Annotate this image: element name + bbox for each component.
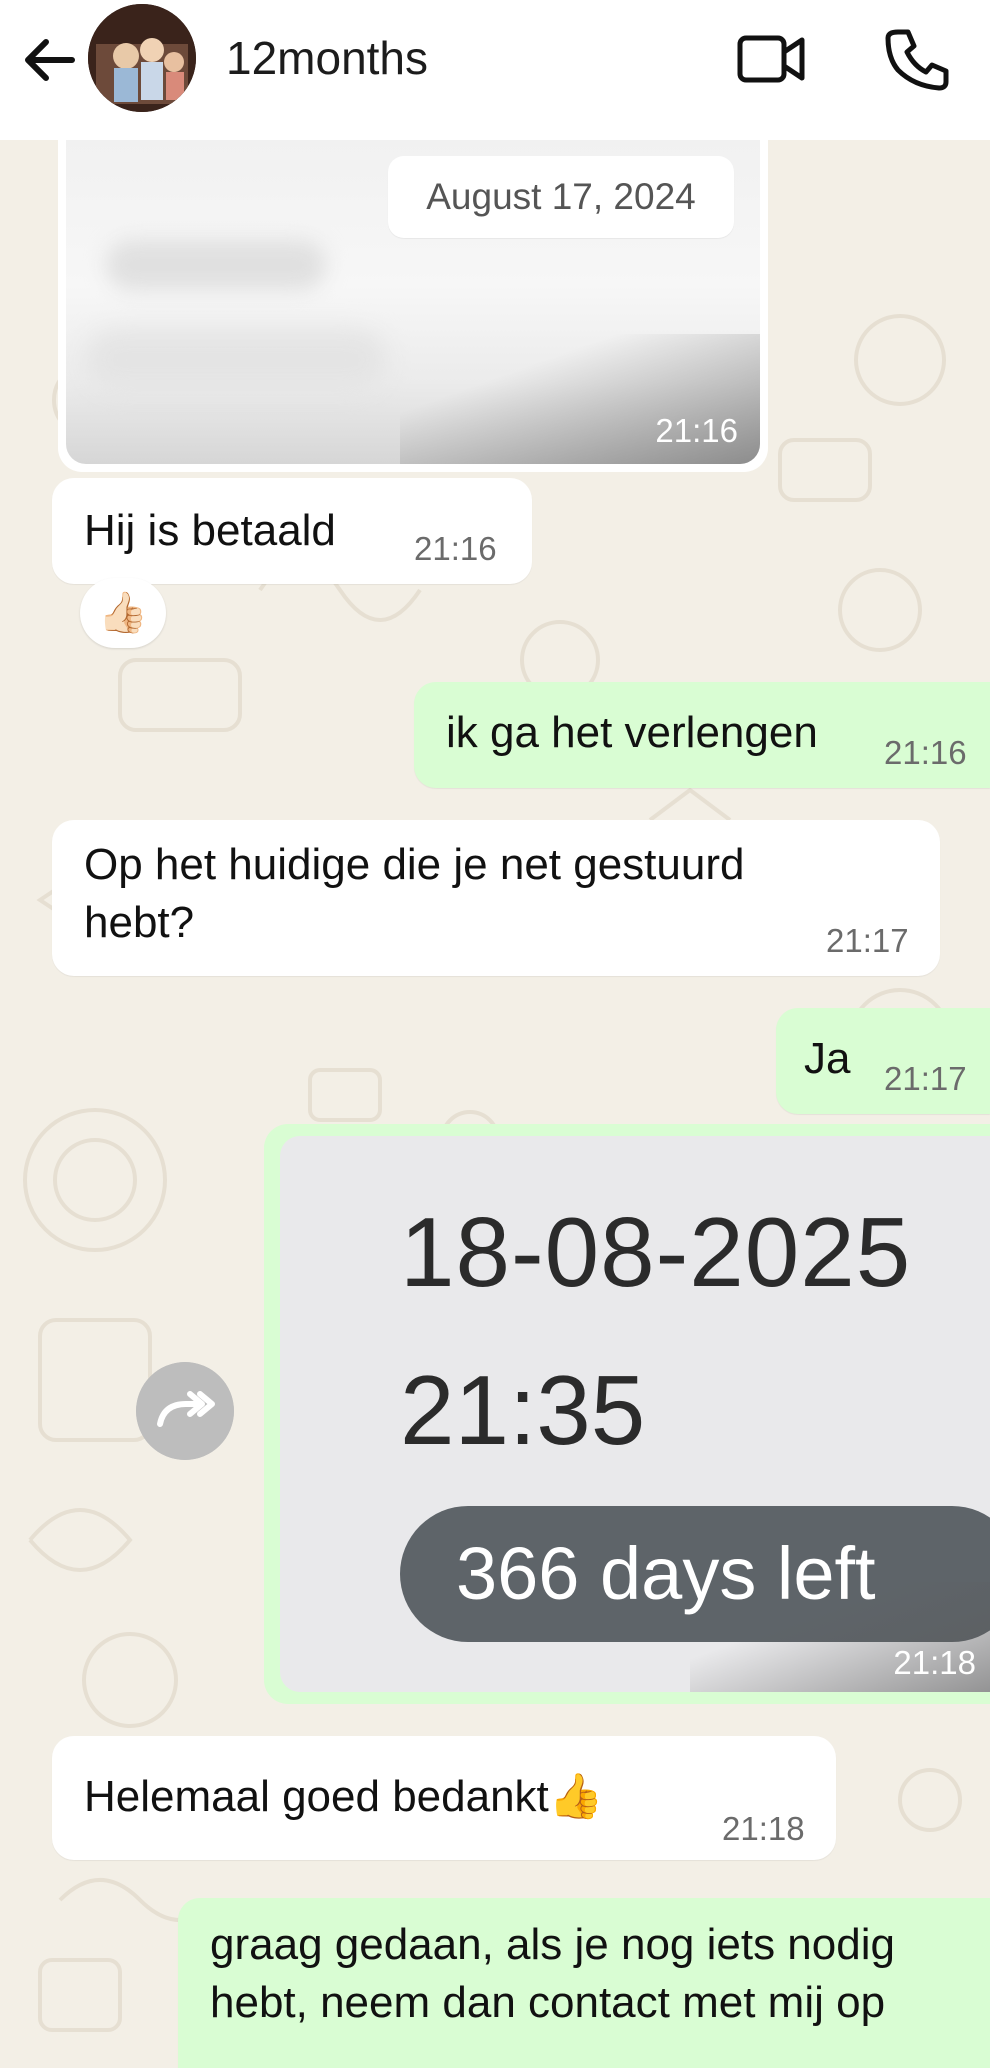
forward-icon[interactable] xyxy=(136,1362,234,1460)
outgoing-message[interactable]: Ja 21:17 xyxy=(776,1008,990,1114)
message-time: 21:17 xyxy=(826,922,909,959)
message-text-line-1: graag gedaan, als je nog iets nodig xyxy=(210,1920,895,1969)
message-time: 21:16 xyxy=(884,734,967,771)
incoming-message[interactable]: Helemaal goed bedankt👍 21:18 xyxy=(52,1736,836,1860)
message-time: 21:16 xyxy=(655,412,738,449)
outgoing-message[interactable]: ik ga het verlengen 21:16 xyxy=(414,682,990,788)
screenshot-date: 18-08-2025 xyxy=(400,1197,912,1307)
message-time: 21:17 xyxy=(884,1060,967,1097)
screenshot-image: 18-08-2025 21:35 366 days left 21:18 xyxy=(280,1136,990,1692)
chat-header: 12months xyxy=(0,0,990,140)
message-text: ik ga het verlengen xyxy=(446,708,818,757)
phone-icon[interactable] xyxy=(884,26,950,92)
date-separator: August 17, 2024 xyxy=(388,156,734,238)
message-time: 21:18 xyxy=(893,1644,976,1681)
message-text: Helemaal goed bedankt👍 xyxy=(84,1772,604,1821)
message-text: Hij is betaald xyxy=(84,506,336,555)
message-time: 21:16 xyxy=(414,530,497,567)
image-message[interactable]: 18-08-2025 21:35 366 days left 21:18 xyxy=(264,1124,990,1704)
incoming-message[interactable]: Op het huidige die je net gestuurd hebt?… xyxy=(52,820,940,976)
contact-name[interactable]: 12months xyxy=(226,30,428,86)
outgoing-message[interactable]: graag gedaan, als je nog iets nodig hebt… xyxy=(178,1898,990,2068)
video-camera-icon[interactable] xyxy=(736,28,806,90)
message-text: Ja xyxy=(804,1034,851,1083)
thumbs-up-reaction[interactable]: 👍🏻 xyxy=(80,578,166,648)
arrow-left-icon[interactable] xyxy=(18,28,82,92)
message-time: 21:18 xyxy=(722,1810,805,1847)
message-text-line-1: Op het huidige die je net gestuurd xyxy=(84,840,745,889)
message-text-line-2: hebt, neem dan contact met mij op xyxy=(210,1978,886,2027)
message-text-line-2: hebt? xyxy=(84,898,195,947)
screenshot-clock: 21:35 xyxy=(400,1355,646,1465)
incoming-message[interactable]: Hij is betaald 21:16 xyxy=(52,478,532,584)
avatar[interactable] xyxy=(88,4,196,112)
